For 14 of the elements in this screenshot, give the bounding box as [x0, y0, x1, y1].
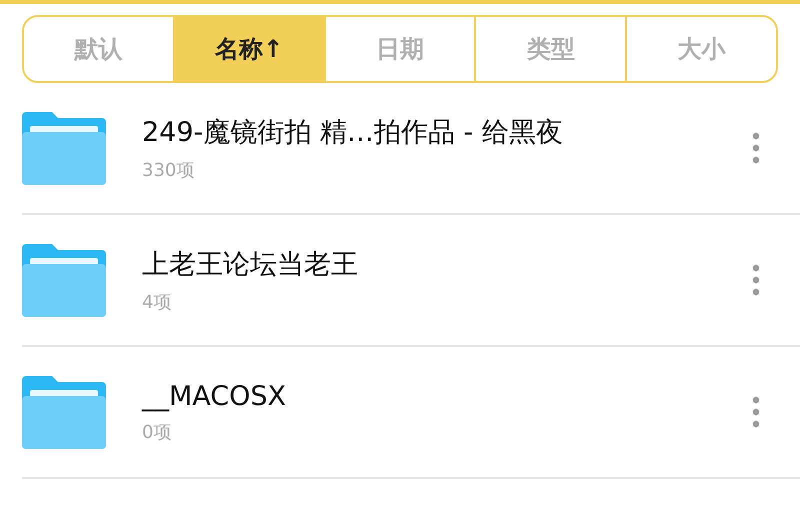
- folder-icon: [22, 112, 106, 184]
- folder-name: __MACOSX: [142, 380, 288, 412]
- item-count: 4项: [142, 291, 172, 314]
- sort-tab[interactable]: 大小: [625, 17, 776, 81]
- more-icon[interactable]: [752, 132, 760, 164]
- folder-icon: [22, 244, 106, 316]
- item-count: 0项: [142, 420, 172, 444]
- folder-name: 上老王论坛当老王: [142, 248, 359, 282]
- more-icon[interactable]: [752, 396, 760, 428]
- item-count: 330项: [142, 159, 196, 182]
- sort-tab[interactable]: 名称↑: [172, 17, 324, 81]
- folder-icon: [22, 376, 106, 448]
- folder-name: 249-魔镜街拍 精…拍作品 - 给黑夜: [142, 116, 564, 150]
- more-icon[interactable]: [752, 264, 760, 296]
